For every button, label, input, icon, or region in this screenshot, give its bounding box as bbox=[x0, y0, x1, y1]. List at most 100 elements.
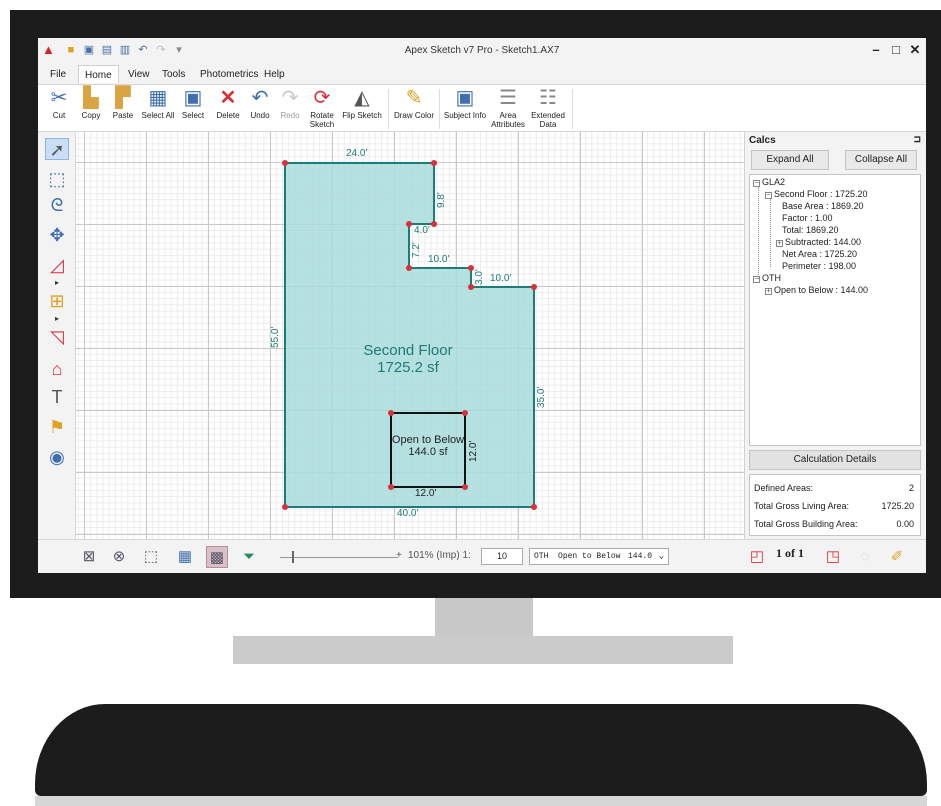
flip-icon: ◭ bbox=[354, 87, 370, 109]
collapse-toggle-icon[interactable]: − bbox=[765, 192, 772, 199]
keyboard bbox=[35, 704, 927, 796]
vertex-handle[interactable] bbox=[406, 221, 412, 227]
zoom-center-icon[interactable]: ⊗ bbox=[108, 546, 130, 568]
fit-view-icon[interactable]: ⊠ bbox=[78, 546, 100, 568]
tree-node-base-area[interactable]: Base Area : 1869.20 bbox=[782, 201, 864, 211]
tree-node-oth[interactable]: − OTH bbox=[753, 273, 781, 283]
minimize-button[interactable]: – bbox=[868, 42, 884, 57]
previous-page-icon[interactable]: ◰ bbox=[746, 546, 768, 568]
inner-area: 144.0 sf bbox=[408, 446, 448, 458]
tree-node-factor[interactable]: Factor : 1.00 bbox=[782, 213, 833, 223]
cut-button[interactable]: ✂ Cut bbox=[44, 87, 74, 131]
zoom-window-icon[interactable]: ⬚ bbox=[140, 546, 162, 568]
view-layers-icon[interactable]: ▦ bbox=[174, 546, 196, 568]
vertex-handle[interactable] bbox=[406, 265, 412, 271]
delete-button[interactable]: ✕ Delete bbox=[212, 87, 244, 131]
vertex-handle[interactable] bbox=[282, 504, 288, 510]
pin-icon[interactable]: ⊐ bbox=[913, 134, 921, 145]
maximize-button[interactable]: □ bbox=[888, 42, 904, 57]
tree-node-open-to-below[interactable]: + Open to Below : 144.00 bbox=[765, 285, 868, 295]
room-label: Second Floor 1725.2 sf bbox=[328, 342, 488, 376]
on-switch-icon[interactable]: ✐ bbox=[886, 546, 908, 568]
title-bar: ▲ ■ ▣ ▤ ▥ ↶ ↷ ▾ Apex Sketch v7 Pro - Ske… bbox=[38, 38, 926, 64]
sketch-canvas[interactable]: 24.0' 9.8' 4.0' 7.2' 10.0' 3.0' 10.0' 55… bbox=[76, 132, 744, 539]
subject-info-button[interactable]: ▣ Subject Info bbox=[442, 87, 488, 131]
calcs-panel: Calcs ⊐ Expand All Collapse All − GLA2 − S… bbox=[744, 132, 926, 539]
summary-gross-living-area: Total Gross Living Area: 1725.20 bbox=[754, 501, 914, 511]
zoom-slider[interactable] bbox=[280, 557, 398, 558]
tree-node-perimeter[interactable]: Perimeter : 198.00 bbox=[782, 261, 856, 271]
select-icon: ▣ bbox=[183, 87, 203, 109]
area-select-dropdown[interactable]: OTH Open to Below 144.0 ⌄ bbox=[529, 548, 669, 565]
pan-icon[interactable]: ✥ bbox=[45, 224, 69, 246]
tab-file[interactable]: File bbox=[44, 67, 72, 82]
tab-help[interactable]: Help bbox=[258, 67, 291, 82]
expand-toggle-icon[interactable]: + bbox=[776, 240, 783, 247]
copy-button[interactable]: ▙ Copy bbox=[76, 87, 106, 131]
draw-shape-icon[interactable]: ⊞ bbox=[45, 290, 69, 312]
collapse-toggle-icon[interactable]: − bbox=[753, 180, 760, 187]
inner-name: Open to Below bbox=[391, 434, 465, 446]
zoom-slider-handle[interactable] bbox=[292, 551, 294, 563]
text-tool-icon[interactable]: T bbox=[45, 386, 69, 408]
vertex-handle[interactable] bbox=[531, 284, 537, 290]
scale-input[interactable]: 10 bbox=[481, 548, 523, 565]
paste-button[interactable]: ▛ Paste bbox=[108, 87, 138, 131]
tab-home[interactable]: Home bbox=[78, 65, 119, 83]
tree-node-gla[interactable]: − GLA2 bbox=[753, 177, 785, 187]
vertex-handle[interactable] bbox=[531, 504, 537, 510]
dim-step-drop: 3.0' bbox=[474, 269, 485, 285]
pointer-tool-icon[interactable]: ➚ bbox=[45, 138, 69, 160]
vertex-handle[interactable] bbox=[388, 410, 394, 416]
dropdown-dot[interactable]: ▸ bbox=[55, 278, 59, 287]
flip-sketch-button[interactable]: ◭ Flip Sketch bbox=[340, 87, 384, 131]
calculation-details-button[interactable]: Calculation Details bbox=[749, 450, 921, 470]
draw-line-icon[interactable]: ◿ bbox=[45, 254, 69, 276]
lasso-icon[interactable]: ᘓ bbox=[45, 194, 69, 216]
grid-toggle-icon[interactable]: ▩ bbox=[206, 546, 228, 568]
tree-node-second-floor[interactable]: − Second Floor : 1725.20 bbox=[765, 189, 868, 199]
tree-node-net-area[interactable]: Net Area : 1725.20 bbox=[782, 249, 857, 259]
select-all-button[interactable]: ▦ Select All bbox=[140, 87, 176, 131]
vertex-handle[interactable] bbox=[462, 484, 468, 490]
dim-inner-bottom: 12.0' bbox=[415, 488, 437, 499]
select-button[interactable]: ▣ Select bbox=[178, 87, 208, 131]
next-page-icon[interactable]: ◳ bbox=[822, 546, 844, 568]
draw-area-icon[interactable]: ◹ bbox=[45, 326, 69, 348]
vertex-handle[interactable] bbox=[282, 160, 288, 166]
vertex-handle[interactable] bbox=[431, 221, 437, 227]
close-button[interactable]: ✕ bbox=[907, 42, 923, 58]
tab-view[interactable]: View bbox=[122, 67, 156, 82]
draw-color-button[interactable]: ✎ Draw Color bbox=[392, 87, 436, 131]
tab-tools[interactable]: Tools bbox=[156, 67, 191, 82]
extended-data-button[interactable]: ☷ Extended Data bbox=[528, 87, 568, 131]
expand-all-button[interactable]: Expand All bbox=[751, 150, 829, 170]
symbol-tool-icon[interactable]: ⚑ bbox=[45, 416, 69, 438]
filter-icon[interactable]: ⏷ bbox=[238, 546, 260, 568]
undo-button[interactable]: ↶ Undo bbox=[246, 87, 274, 131]
sketch-drawing bbox=[282, 160, 537, 510]
tree-node-total[interactable]: Total: 1869.20 bbox=[782, 225, 839, 235]
rectangle-select-icon[interactable]: ⬚ bbox=[45, 168, 69, 190]
page-indicator: 1 of 1 bbox=[776, 546, 804, 560]
rotate-sketch-button[interactable]: ⟳ Rotate Sketch bbox=[306, 87, 338, 131]
expand-toggle-icon[interactable]: + bbox=[765, 288, 772, 295]
tree-node-subtracted[interactable]: + Subtracted: 144.00 bbox=[776, 237, 861, 247]
inner-label: Open to Below 144.0 sf bbox=[383, 434, 473, 458]
redo-button[interactable]: ↷ Redo bbox=[276, 87, 304, 131]
dropdown-dot[interactable]: ▸ bbox=[55, 314, 59, 323]
sync-icon[interactable]: ◌ bbox=[854, 546, 876, 568]
dim-bottom: 40.0' bbox=[397, 508, 419, 519]
vertex-handle[interactable] bbox=[388, 484, 394, 490]
area-attributes-button[interactable]: ☰ Area Attributes bbox=[490, 87, 526, 131]
zoom-plus-icon[interactable]: + bbox=[396, 550, 402, 561]
vertex-handle[interactable] bbox=[431, 160, 437, 166]
globe-icon[interactable]: ◉ bbox=[45, 446, 69, 468]
dim-step-1: 10.0' bbox=[428, 254, 450, 265]
app-window: ▲ ■ ▣ ▤ ▥ ↶ ↷ ▾ Apex Sketch v7 Pro - Ske… bbox=[38, 38, 926, 573]
vertex-handle[interactable] bbox=[462, 410, 468, 416]
house-icon[interactable]: ⌂ bbox=[45, 358, 69, 380]
tab-photometrics[interactable]: Photometrics bbox=[194, 67, 264, 82]
collapse-toggle-icon[interactable]: − bbox=[753, 276, 760, 283]
collapse-all-button[interactable]: Collapse All bbox=[845, 150, 917, 170]
